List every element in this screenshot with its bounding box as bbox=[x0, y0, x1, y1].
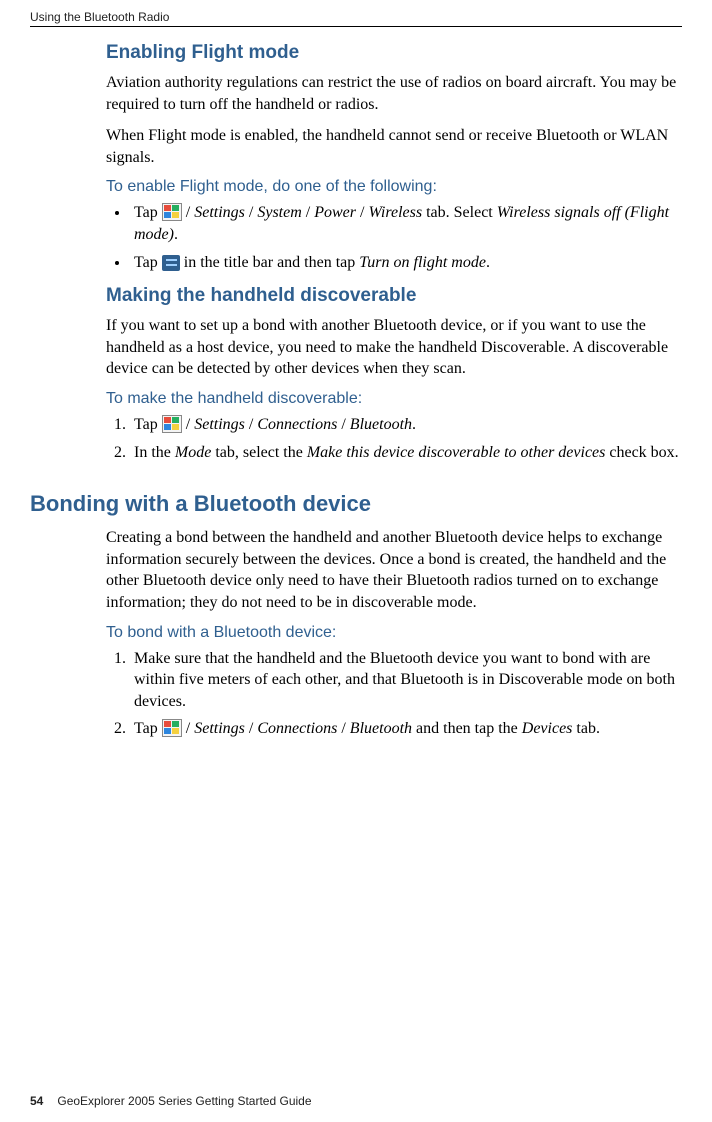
heading-enabling-flight-mode: Enabling Flight mode bbox=[106, 42, 682, 64]
text: In the bbox=[134, 444, 175, 461]
text: / bbox=[182, 416, 194, 433]
procedure-intro: To make the handheld discoverable: bbox=[106, 390, 682, 408]
start-icon bbox=[162, 719, 182, 737]
menu-path: Settings bbox=[194, 416, 245, 433]
list-item: Tap / Settings / System / Power / Wirele… bbox=[130, 202, 682, 245]
heading-bonding: Bonding with a Bluetooth device bbox=[30, 491, 682, 517]
procedure-intro: To bond with a Bluetooth device: bbox=[106, 624, 682, 642]
text: Tap bbox=[134, 416, 162, 433]
text: / bbox=[182, 720, 194, 737]
paragraph: When Flight mode is enabled, the handhel… bbox=[106, 125, 682, 168]
menu-path: Bluetooth bbox=[350, 416, 412, 433]
procedure-intro: To enable Flight mode, do one of the fol… bbox=[106, 178, 682, 196]
text: . bbox=[486, 254, 490, 271]
text: tab. bbox=[572, 720, 600, 737]
text: tab. Select bbox=[422, 204, 497, 221]
text: Tap bbox=[134, 720, 162, 737]
list-item: Tap in the title bar and then tap Turn o… bbox=[130, 252, 682, 274]
heading-making-discoverable: Making the handheld discoverable bbox=[106, 285, 682, 307]
paragraph: Creating a bond between the handheld and… bbox=[106, 527, 682, 613]
text: / bbox=[182, 204, 194, 221]
list-item: In the Mode tab, select the Make this de… bbox=[130, 442, 682, 464]
text: / bbox=[337, 416, 349, 433]
text: . bbox=[412, 416, 416, 433]
page-number: 54 bbox=[30, 1094, 43, 1108]
text: tab, select the bbox=[211, 444, 307, 461]
text: / bbox=[245, 204, 257, 221]
menu-path: Connections bbox=[257, 720, 337, 737]
menu-path: Power bbox=[314, 204, 356, 221]
text: / bbox=[302, 204, 314, 221]
menu-path: Connections bbox=[257, 416, 337, 433]
connectivity-icon bbox=[162, 255, 180, 271]
step-list: Make sure that the handheld and the Blue… bbox=[106, 648, 682, 740]
list-item: Tap / Settings / Connections / Bluetooth… bbox=[130, 718, 682, 740]
start-icon bbox=[162, 415, 182, 433]
menu-path: System bbox=[257, 204, 301, 221]
text: check box. bbox=[605, 444, 678, 461]
bullet-list: Tap / Settings / System / Power / Wirele… bbox=[106, 202, 682, 273]
ui-option: Turn on flight mode bbox=[359, 254, 486, 271]
ui-checkbox: Make this device discoverable to other d… bbox=[307, 444, 606, 461]
paragraph: Aviation authority regulations can restr… bbox=[106, 72, 682, 115]
list-item: Tap / Settings / Connections / Bluetooth… bbox=[130, 414, 682, 436]
menu-path: Bluetooth bbox=[350, 720, 412, 737]
text: / bbox=[356, 204, 368, 221]
menu-path: Settings bbox=[194, 204, 245, 221]
ui-tab: Devices bbox=[522, 720, 573, 737]
text: Tap bbox=[134, 204, 162, 221]
list-item: Make sure that the handheld and the Blue… bbox=[130, 648, 682, 713]
text: and then tap the bbox=[412, 720, 522, 737]
menu-path: Settings bbox=[194, 720, 245, 737]
page-footer: 54 GeoExplorer 2005 Series Getting Starte… bbox=[30, 1094, 312, 1108]
ui-tab: Mode bbox=[175, 444, 211, 461]
text: Tap bbox=[134, 254, 162, 271]
start-icon bbox=[162, 203, 182, 221]
text: in the title bar and then tap bbox=[180, 254, 360, 271]
text: . bbox=[174, 226, 178, 243]
text: / bbox=[245, 720, 257, 737]
paragraph: If you want to set up a bond with anothe… bbox=[106, 315, 682, 380]
text: / bbox=[337, 720, 349, 737]
menu-path: Wireless bbox=[368, 204, 422, 221]
text: / bbox=[245, 416, 257, 433]
step-list: Tap / Settings / Connections / Bluetooth… bbox=[106, 414, 682, 463]
running-header: Using the Bluetooth Radio bbox=[30, 10, 682, 27]
guide-title: GeoExplorer 2005 Series Getting Started … bbox=[57, 1094, 311, 1108]
